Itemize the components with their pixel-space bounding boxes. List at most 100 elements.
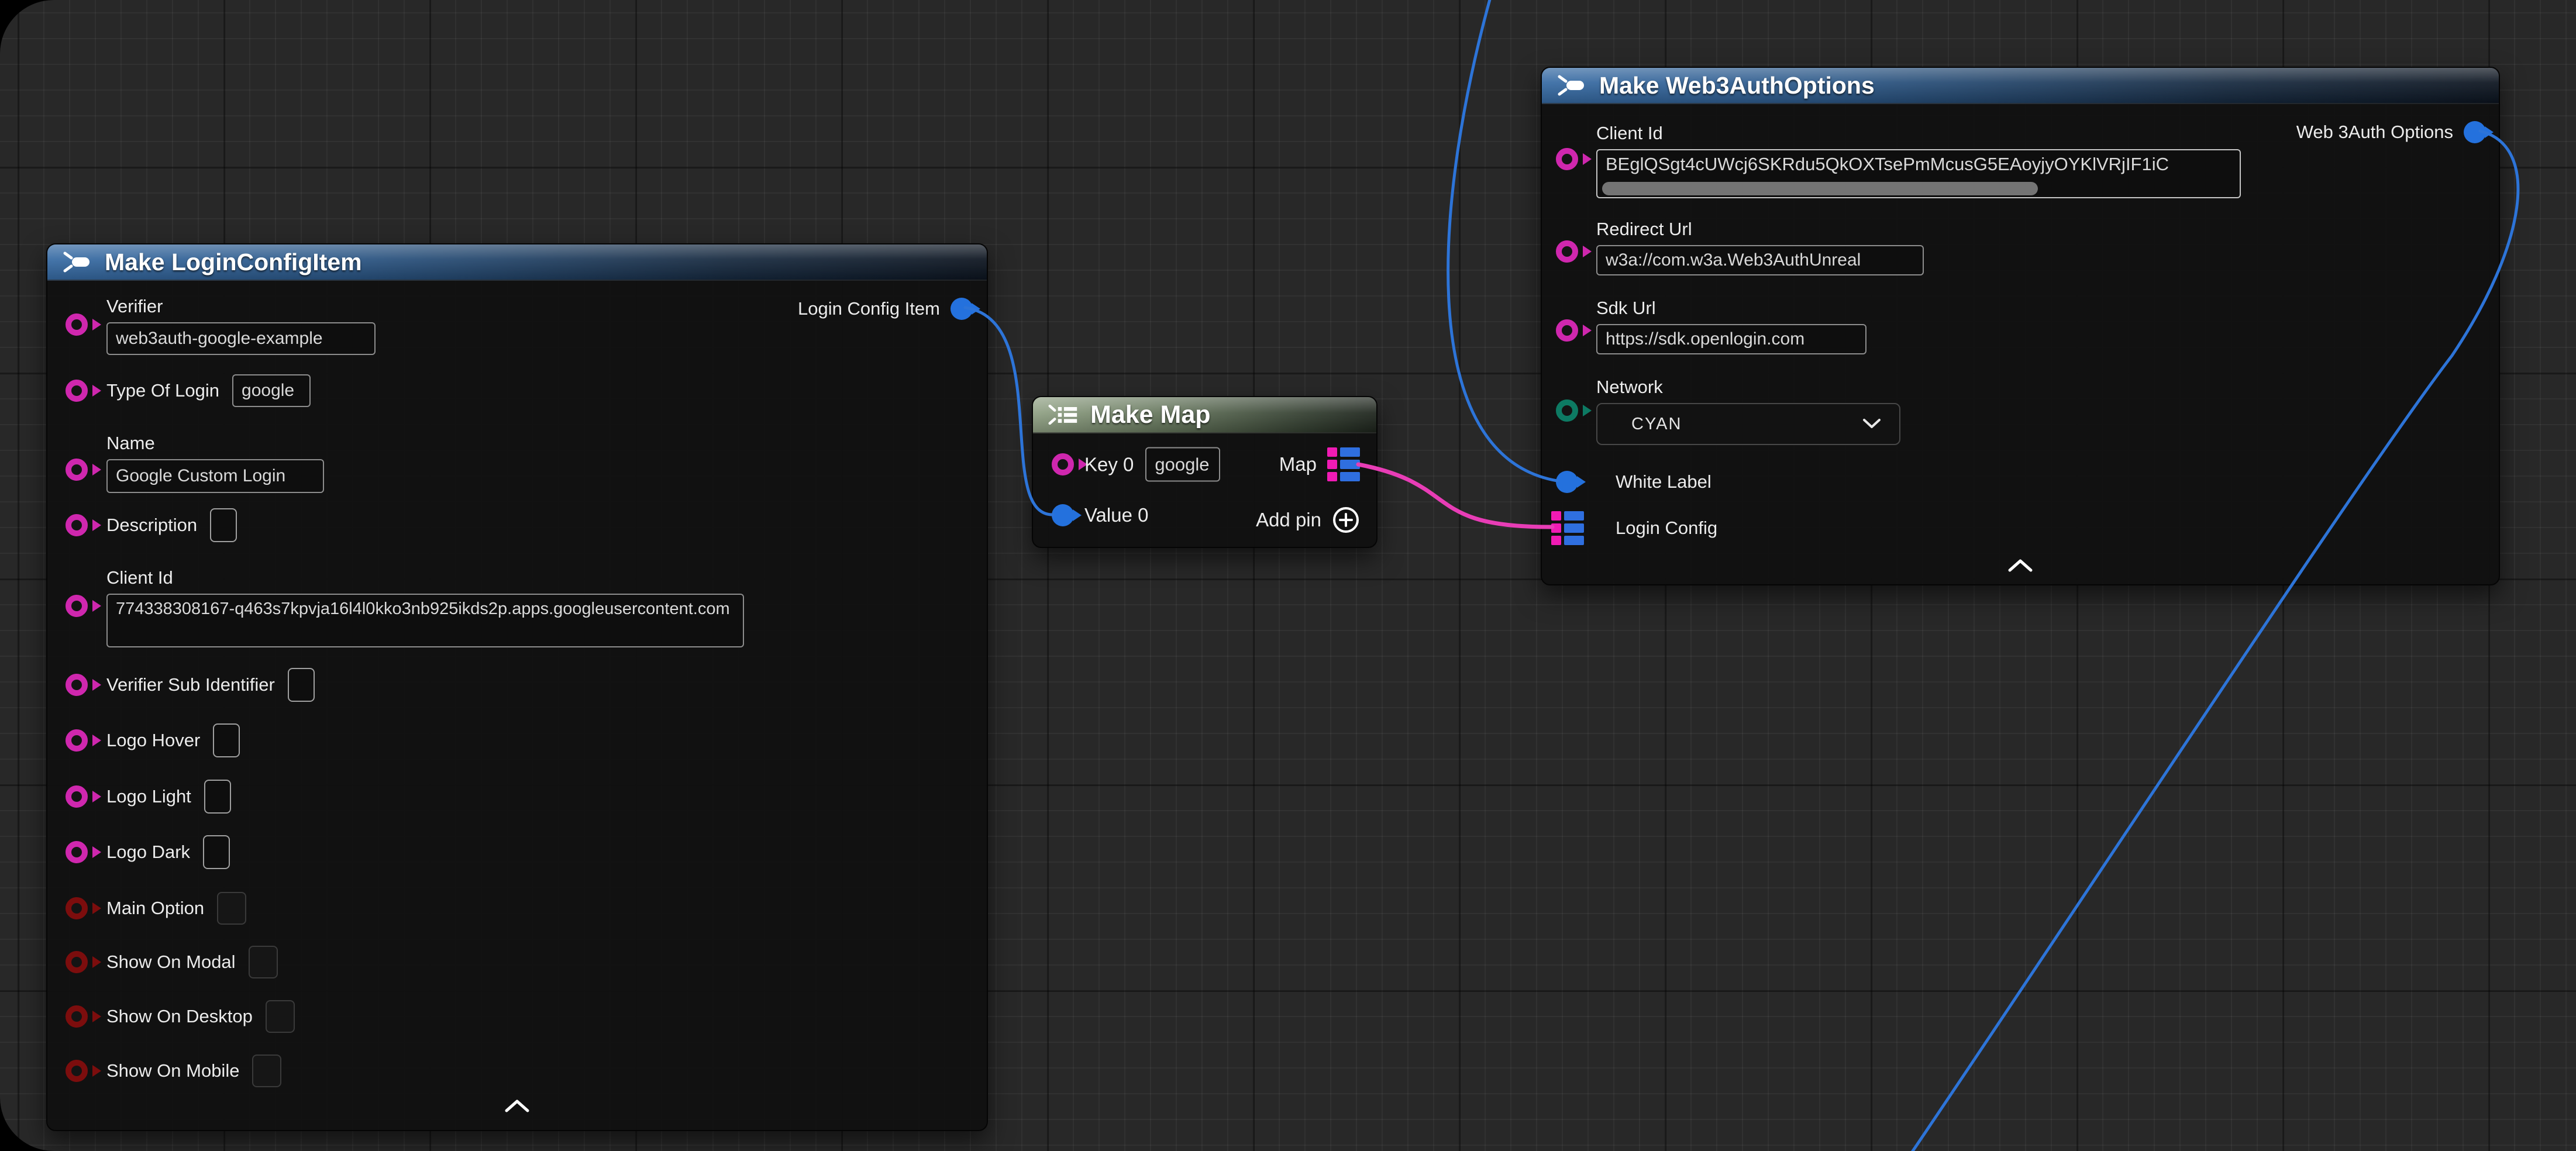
pin-network[interactable] [1556, 399, 1578, 422]
show-on-mobile-checkbox[interactable] [252, 1054, 281, 1087]
row-show-on-mobile: Show On Mobile [106, 1054, 281, 1087]
pin-type-of-login[interactable] [66, 380, 88, 402]
pin-login-config[interactable] [1551, 511, 1584, 545]
add-pin-icon[interactable] [1332, 506, 1360, 534]
pin-label: Logo Hover [106, 730, 200, 751]
show-on-desktop-checkbox[interactable] [266, 1000, 295, 1033]
client-id-scrollbar[interactable] [1602, 182, 2038, 195]
pin-label: White Label [1616, 471, 1711, 492]
row-value-0: Value 0 [1084, 504, 1148, 526]
main-option-checkbox[interactable] [217, 892, 246, 925]
wire-map-to-login-config[interactable] [1358, 464, 1552, 527]
pin-show-on-modal[interactable] [66, 951, 88, 973]
key-0-input[interactable]: google [1145, 447, 1220, 482]
logo-hover-input[interactable] [213, 723, 240, 757]
type-of-login-input[interactable]: google [232, 374, 311, 407]
node-title: Make Map [1090, 401, 1211, 429]
output-row-web3auth-options: Web 3Auth Options [2296, 121, 2486, 143]
row-name: Name Google Custom Login [106, 433, 324, 493]
row-sdk-url: Sdk Url https://sdk.openlogin.com [1596, 298, 1866, 354]
node-header-make-map[interactable]: Make Map [1033, 397, 1376, 433]
node-make-web3authoptions[interactable]: Make Web3AuthOptions Web 3Auth Options C… [1541, 67, 2500, 585]
row-client-id: Client Id 774338308167-q463s7kpvja16l4l0… [106, 567, 744, 647]
pin-label: Description [106, 515, 197, 536]
pin-white-label[interactable] [1556, 471, 1578, 493]
pin-logo-light[interactable] [66, 785, 88, 808]
row-main-option: Main Option [106, 892, 246, 925]
pin-redirect-url[interactable] [1556, 240, 1578, 263]
row-white-label: White Label [1616, 471, 1711, 492]
verifier-sub-identifier-input[interactable] [288, 668, 315, 702]
network-dropdown[interactable]: CYAN [1596, 403, 1900, 445]
pin-main-option[interactable] [66, 897, 88, 919]
pin-description[interactable] [66, 514, 88, 536]
pin-label: Verifier Sub Identifier [106, 674, 275, 695]
pin-label: Network [1596, 377, 1900, 398]
collapse-chevron-icon[interactable] [2007, 559, 2033, 575]
collapse-chevron-icon[interactable] [504, 1100, 530, 1115]
pin-label: Sdk Url [1596, 298, 1866, 319]
pin-label: Logo Light [106, 786, 191, 807]
pin-label: Show On Modal [106, 952, 236, 973]
redirect-url-input[interactable]: w3a://com.w3a.Web3AuthUnreal [1596, 245, 1924, 275]
pin-client-id[interactable] [66, 595, 88, 617]
row-key-0: Key 0 google [1084, 447, 1220, 482]
output-pin-label: Map [1279, 453, 1317, 475]
row-logo-hover: Logo Hover [106, 723, 240, 757]
name-input[interactable]: Google Custom Login [106, 459, 324, 493]
row-network: Network CYAN [1596, 377, 1900, 445]
pin-show-on-mobile[interactable] [66, 1060, 88, 1082]
pin-map-output[interactable] [1327, 447, 1360, 481]
row-verifier-sub-identifier: Verifier Sub Identifier [106, 668, 315, 702]
node-title: Make Web3AuthOptions [1599, 72, 1875, 99]
row-login-config: Login Config [1616, 518, 1717, 539]
make-struct-icon [1557, 72, 1587, 99]
description-input[interactable] [210, 508, 237, 542]
pin-logo-dark[interactable] [66, 841, 88, 863]
pin-key-0[interactable] [1052, 453, 1074, 475]
pin-label: Type Of Login [106, 380, 219, 401]
logo-light-input[interactable] [204, 780, 231, 814]
pin-name[interactable] [66, 459, 88, 481]
row-show-on-desktop: Show On Desktop [106, 1000, 295, 1033]
make-map-icon [1048, 401, 1079, 428]
row-logo-light: Logo Light [106, 780, 231, 814]
network-selected-value: CYAN [1631, 415, 1682, 434]
pin-label: Value 0 [1084, 504, 1148, 526]
pin-show-on-desktop[interactable] [66, 1005, 88, 1028]
node-title: Make LoginConfigItem [105, 249, 362, 276]
blueprint-editor: Make LoginConfigItem Login Config Item V… [0, 0, 2576, 1151]
pin-client-id[interactable] [1556, 148, 1578, 170]
row-redirect-url: Redirect Url w3a://com.w3a.Web3AuthUnrea… [1596, 219, 1924, 275]
pin-verifier-sub-identifier[interactable] [66, 674, 88, 696]
output-row-login-config-item: Login Config Item [798, 298, 973, 320]
node-make-map[interactable]: Make Map Key 0 google Map Value 0 Add pi… [1032, 396, 1377, 548]
verifier-input[interactable]: web3auth-google-example [106, 322, 376, 355]
pin-web3auth-options-output[interactable] [2464, 121, 2486, 143]
pin-label: Show On Desktop [106, 1006, 253, 1027]
graph-canvas[interactable]: Make LoginConfigItem Login Config Item V… [0, 0, 2576, 1151]
row-show-on-modal: Show On Modal [106, 946, 278, 978]
node-header-make-loginconfigitem[interactable]: Make LoginConfigItem [47, 244, 987, 281]
row-verifier: Verifier web3auth-google-example [106, 296, 376, 355]
row-client-id: Client Id BEglQSgt4cUWcj6SKRdu5QkOXTsePm… [1596, 123, 2241, 198]
add-pin-row[interactable]: Add pin [1256, 506, 1360, 534]
pin-label: Name [106, 433, 324, 454]
pin-value-0[interactable] [1052, 504, 1074, 526]
show-on-modal-checkbox[interactable] [249, 946, 278, 978]
node-header-make-web3authoptions[interactable]: Make Web3AuthOptions [1542, 68, 2499, 104]
client-id-input[interactable]: 774338308167-q463s7kpvja16l4l0kko3nb925i… [106, 594, 744, 647]
sdk-url-input[interactable]: https://sdk.openlogin.com [1596, 324, 1866, 354]
pin-label: Logo Dark [106, 842, 190, 863]
node-make-loginconfigitem[interactable]: Make LoginConfigItem Login Config Item V… [46, 243, 988, 1131]
pin-label: Main Option [106, 898, 204, 919]
output-pin-label: Login Config Item [798, 298, 940, 319]
pin-label: Redirect Url [1596, 219, 1924, 240]
pin-login-config-item-output[interactable] [950, 298, 973, 320]
pin-label: Key 0 [1084, 453, 1134, 475]
pin-verifier[interactable] [66, 313, 88, 336]
pin-logo-hover[interactable] [66, 729, 88, 752]
logo-dark-input[interactable] [203, 835, 230, 869]
pin-sdk-url[interactable] [1556, 319, 1578, 342]
output-row-map: Map [1279, 447, 1360, 481]
